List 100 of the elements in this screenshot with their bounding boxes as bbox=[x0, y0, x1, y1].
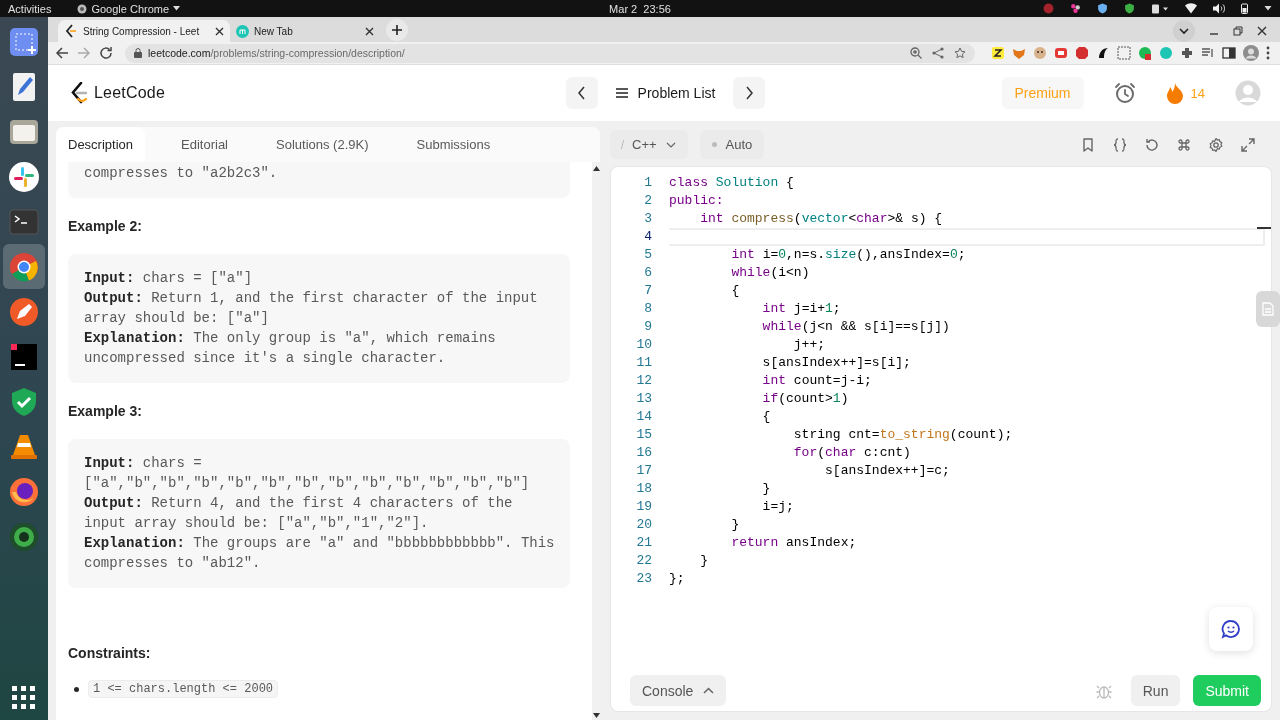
avatar-icon[interactable] bbox=[1243, 45, 1259, 61]
language-dropdown[interactable]: C++ bbox=[610, 130, 688, 159]
auto-mode-button[interactable]: Auto bbox=[699, 130, 765, 159]
face-badge-icon[interactable] bbox=[1033, 46, 1047, 60]
app-menu[interactable]: Google Chrome bbox=[77, 2, 181, 15]
example-text: uncompressed since it's a single character. bbox=[84, 349, 447, 368]
line-number: 3 bbox=[643, 210, 652, 228]
shield-icon[interactable] bbox=[1124, 3, 1135, 14]
tab-search-icon[interactable] bbox=[1173, 20, 1195, 42]
line-number: 22 bbox=[635, 552, 652, 570]
line-number: 2 bbox=[643, 192, 652, 210]
browser-tab[interactable]: String Compression - Leet bbox=[58, 20, 230, 42]
fox-icon[interactable] bbox=[1012, 46, 1026, 60]
activities-button[interactable]: Activities bbox=[8, 2, 52, 15]
code-line: return ansIndex; bbox=[730, 534, 857, 552]
reload-icon[interactable] bbox=[99, 46, 113, 60]
run-button[interactable]: Run bbox=[1130, 675, 1181, 706]
panel-tab[interactable]: Submissions bbox=[404, 127, 503, 162]
panel-tab[interactable]: Editorial bbox=[169, 127, 240, 162]
code-line: { bbox=[761, 408, 771, 426]
code-line: public: bbox=[669, 192, 724, 210]
close-icon[interactable] bbox=[365, 26, 374, 36]
braces-icon[interactable] bbox=[1112, 136, 1128, 153]
star-icon[interactable] bbox=[954, 47, 966, 59]
code-line: }; bbox=[669, 570, 685, 588]
pinwheel-icon bbox=[8, 160, 40, 193]
line-number: 13 bbox=[635, 390, 652, 408]
code-line: int j=i+1; bbox=[761, 300, 841, 318]
tray-icon[interactable] bbox=[1070, 3, 1081, 14]
battery-icon[interactable] bbox=[1241, 3, 1248, 14]
caret-icon[interactable] bbox=[1264, 6, 1272, 11]
close-icon[interactable] bbox=[215, 26, 224, 36]
back-icon[interactable] bbox=[55, 46, 69, 60]
clock[interactable]: Mar 2 23:56 bbox=[609, 2, 671, 15]
browser-icon bbox=[77, 3, 88, 14]
clipboard-icon[interactable] bbox=[1151, 3, 1169, 14]
feedback-button[interactable] bbox=[1209, 607, 1253, 651]
example-text: Input: chars = bbox=[84, 454, 203, 473]
example-text: input array should be: ["a","b","1","2"]. bbox=[84, 514, 430, 533]
code-line: class Solution { bbox=[669, 174, 794, 192]
line-number: 5 bbox=[643, 246, 652, 264]
code-line: s[ansIndex++]=c; bbox=[824, 462, 950, 480]
volume-icon[interactable] bbox=[1213, 3, 1225, 14]
new-tab-icon[interactable] bbox=[386, 19, 408, 41]
expand-icon[interactable] bbox=[1240, 136, 1256, 153]
stop-sign-icon[interactable] bbox=[1075, 46, 1089, 60]
settings-icon[interactable] bbox=[1208, 136, 1224, 153]
shield-icon[interactable] bbox=[1097, 3, 1108, 14]
address-bar[interactable]: leetcode.com/problems/string-compression/description/ bbox=[125, 43, 975, 63]
line-number: 12 bbox=[635, 372, 652, 390]
overview-ruler-mark bbox=[1257, 227, 1271, 229]
panel-tab[interactable]: Solutions (2.9K) bbox=[264, 127, 381, 162]
menu-icon bbox=[615, 88, 628, 98]
panel-tab[interactable]: Description bbox=[56, 127, 146, 162]
puzzle-icon[interactable] bbox=[1180, 46, 1194, 60]
close-icon[interactable] bbox=[1257, 26, 1267, 36]
alarm-clock-icon[interactable] bbox=[1113, 82, 1136, 104]
line-number: 8 bbox=[643, 300, 652, 318]
pen-icon bbox=[8, 295, 40, 328]
restore-icon[interactable] bbox=[1233, 26, 1243, 36]
code-line: int count=j-i; bbox=[761, 372, 872, 390]
playlist-icon[interactable] bbox=[1201, 46, 1215, 60]
wifi-icon[interactable] bbox=[1185, 3, 1197, 14]
code-line: } bbox=[699, 552, 708, 570]
section-heading: Constraints: bbox=[68, 644, 152, 663]
previous-button[interactable] bbox=[565, 77, 598, 109]
line-number: 11 bbox=[635, 354, 652, 372]
example-text: array should be: ["a"] bbox=[84, 309, 270, 328]
undo-icon[interactable] bbox=[1144, 136, 1160, 153]
example-heading: Example 2: bbox=[68, 217, 143, 236]
share-icon[interactable] bbox=[932, 47, 944, 59]
dock-item[interactable] bbox=[3, 244, 45, 289]
scroll-down-icon[interactable] bbox=[592, 713, 600, 718]
lock-icon bbox=[134, 48, 142, 58]
zoom-icon[interactable] bbox=[910, 47, 922, 59]
code-line: string cnt=to_string(count); bbox=[792, 426, 1013, 444]
example-text: Input: chars = ["a"] bbox=[84, 269, 254, 288]
problem-list-button[interactable]: Problem List bbox=[611, 85, 720, 101]
command-key-icon[interactable] bbox=[1176, 136, 1192, 153]
code-line: } bbox=[761, 480, 771, 498]
code-line: i=j; bbox=[761, 498, 794, 516]
line-number: 17 bbox=[635, 462, 652, 480]
side-panel-icon[interactable] bbox=[1222, 46, 1236, 60]
code-line: for(char c:cnt) bbox=[792, 444, 911, 462]
extension-icon[interactable] bbox=[1096, 46, 1110, 60]
browser-tab[interactable]: New Tab bbox=[230, 20, 380, 42]
scroll-up-icon[interactable] bbox=[592, 166, 600, 171]
bookmark-icon[interactable] bbox=[1080, 136, 1096, 153]
code-line: while(j<n && s[i]==s[j]) bbox=[761, 318, 950, 336]
kebab-menu-icon[interactable] bbox=[1266, 46, 1270, 60]
code-line: } bbox=[730, 516, 740, 534]
code-logo-icon bbox=[64, 24, 78, 38]
line-number: 20 bbox=[635, 516, 652, 534]
extension-icon[interactable] bbox=[991, 46, 1005, 60]
console-button[interactable]: Console bbox=[630, 675, 727, 706]
chevron-right-icon bbox=[744, 86, 755, 100]
logo-text: LeetCode bbox=[94, 84, 165, 102]
screenshot-tool-icon bbox=[8, 25, 40, 58]
example-text: compresses to "a2b2c3". bbox=[84, 164, 279, 183]
next-button[interactable] bbox=[733, 77, 766, 109]
